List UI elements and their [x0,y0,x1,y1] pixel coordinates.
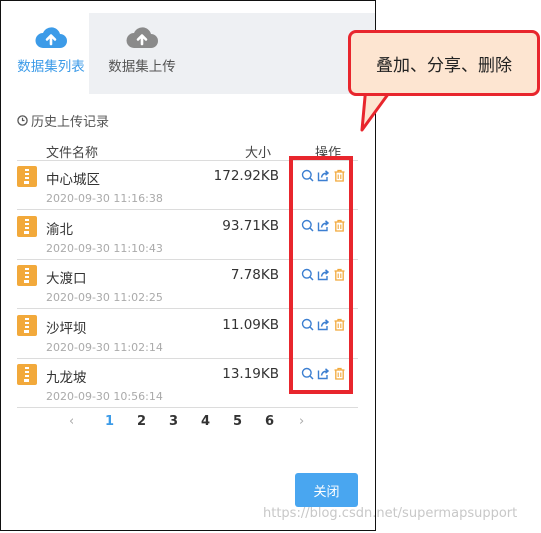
zip-file-icon [17,265,37,286]
file-date: 2020-09-30 11:02:25 [46,291,163,304]
tab-label: 数据集上传 [108,59,176,75]
page-6-button[interactable]: 6 [265,414,274,429]
pagination: ‹ 1 2 3 4 5 6 › [1,412,376,432]
file-size: 11.09KB [222,316,279,333]
file-date: 2020-09-30 11:02:14 [46,340,163,354]
row-divider [17,407,358,408]
next-page-button[interactable]: › [299,414,304,429]
file-name: 中心城区 [46,172,100,188]
header-file-name: 文件名称 [46,146,99,161]
file-name: 大渡口 [46,271,87,287]
file-size: 93.71KB [222,217,279,234]
callout-note: 叠加、分享、删除 [348,30,540,96]
prev-page-button[interactable]: ‹ [69,414,74,429]
tab-dataset-upload[interactable]: 数据集上传 [89,13,375,94]
file-size: 172.92KB [213,168,279,184]
file-date: 2020-09-30 10:56:14 [46,390,163,403]
page-2-button[interactable]: 2 [137,414,146,429]
header-size: 大小 [245,146,272,161]
file-size: 7.78KB [230,267,279,283]
history-heading: 历史上传记录 [17,111,109,130]
tab-dataset-list[interactable]: 数据集列表 [13,13,89,94]
page-1-button[interactable]: 1 [105,414,114,429]
zip-file-icon [17,364,37,385]
file-name: 渝北 [46,221,73,238]
tab-bar: 数据集列表 数据集上传 [1,1,376,94]
cloud-upload-icon [35,27,67,48]
zip-file-icon [17,314,37,336]
history-title: 历史上传记录 [31,115,110,130]
watermark: https://blog.csdn.net/supermapsupport [263,506,518,521]
cloud-upload-icon [126,27,158,48]
zip-file-icon [17,166,37,187]
tab-label: 数据集列表 [17,59,85,75]
file-date: 2020-09-30 11:10:43 [46,241,163,255]
ops-highlight-box [289,156,353,394]
file-date: 2020-09-30 11:16:38 [46,192,163,205]
file-name: 沙坪坝 [46,320,87,337]
clock-icon [17,115,28,126]
page-4-button[interactable]: 4 [201,414,210,429]
zip-file-icon [17,215,37,237]
page-3-button[interactable]: 3 [169,414,178,429]
close-button[interactable]: 关闭 [295,473,358,507]
file-size: 13.19KB [222,366,279,382]
file-name: 九龙坡 [46,370,87,386]
page-5-button[interactable]: 5 [233,414,242,429]
